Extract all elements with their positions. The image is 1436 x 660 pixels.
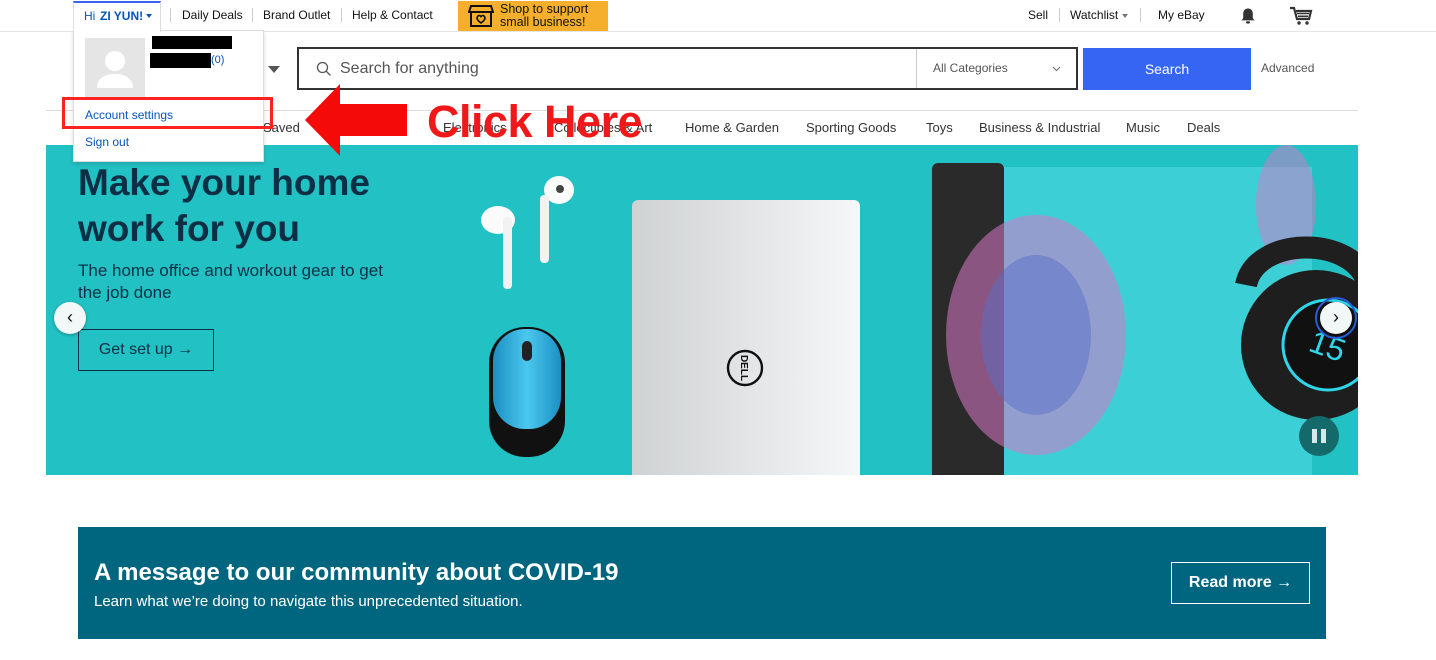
carousel-next-button[interactable]: ›	[1315, 297, 1357, 339]
redacted-user-id	[150, 53, 211, 68]
carousel-prev-button[interactable]: ‹	[54, 302, 86, 334]
chevron-right-icon: ›	[1333, 307, 1339, 327]
mouse-image	[489, 327, 565, 457]
storefront-heart-icon	[468, 5, 494, 27]
small-business-promo[interactable]: Shop to support small business!	[458, 1, 608, 31]
laptop-image: DELL	[632, 200, 860, 475]
laptop-logo: DELL	[738, 355, 749, 381]
covid-banner: A message to our community about COVID-1…	[78, 527, 1326, 639]
advanced-search-link[interactable]: Advanced	[1261, 61, 1314, 75]
nav-deals[interactable]: Deals	[1187, 120, 1220, 135]
category-select-value: All Categories	[933, 61, 1008, 75]
cart-icon[interactable]	[1289, 6, 1313, 26]
nav-music[interactable]: Music	[1126, 120, 1160, 135]
watchlist-label: Watchlist	[1070, 8, 1119, 22]
chevron-down-icon	[1052, 66, 1061, 72]
hero-title: Make your home work for you	[78, 162, 370, 249]
promo-line-2: small business!	[500, 15, 586, 29]
chevron-left-icon: ‹	[67, 307, 73, 327]
search-input[interactable]: Search for anything	[340, 60, 479, 78]
hero-product-image: DELL 15	[481, 145, 1358, 475]
account-dropdown-menu: (0) Account settings Sign out	[73, 30, 264, 162]
divider	[1140, 8, 1141, 22]
bell-icon[interactable]	[1239, 7, 1257, 25]
covid-banner-title: A message to our community about COVID-1…	[94, 559, 619, 586]
divider	[341, 8, 342, 22]
brand-outlet-link[interactable]: Brand Outlet	[263, 8, 330, 22]
divider	[1059, 8, 1060, 22]
shop-by-category-chevron-icon[interactable]	[268, 66, 280, 73]
greeting-name: ZI YUN!	[100, 9, 144, 23]
user-silhouette-icon	[97, 51, 133, 88]
greeting-prefix: Hi	[84, 9, 96, 23]
nav-home-garden[interactable]: Home & Garden	[685, 120, 779, 135]
chevron-down-icon	[146, 8, 152, 22]
hero-subtitle: The home office and workout gear to get …	[78, 261, 383, 302]
divider	[252, 8, 253, 22]
search-button[interactable]: Search	[1083, 48, 1251, 90]
click-here-annotation: Click Here	[427, 96, 643, 147]
sell-link[interactable]: Sell	[1028, 8, 1048, 22]
sign-out-link[interactable]: Sign out	[85, 135, 129, 149]
read-more-button[interactable]: Read more →	[1171, 562, 1310, 604]
hero-carousel: Make your home work for you The home off…	[46, 145, 1358, 475]
account-greeting-button[interactable]: Hi ZI YUN!	[73, 1, 161, 32]
covid-banner-subtitle: Learn what we’re doing to navigate this …	[94, 593, 523, 610]
category-select[interactable]: All Categories	[916, 49, 1076, 88]
search-bar: Search for anything All Categories	[297, 47, 1078, 90]
feedback-score-link[interactable]: (0)	[211, 54, 224, 66]
earbuds-image	[481, 176, 574, 289]
nav-business-industrial[interactable]: Business & Industrial	[979, 120, 1100, 135]
help-contact-link[interactable]: Help & Contact	[352, 8, 433, 22]
daily-deals-link[interactable]: Daily Deals	[182, 8, 243, 22]
carousel-pause-button[interactable]	[1299, 416, 1339, 456]
redacted-username	[152, 36, 232, 49]
divider	[170, 8, 171, 22]
nav-toys[interactable]: Toys	[926, 120, 953, 135]
avatar	[85, 38, 145, 98]
watchlist-link[interactable]: Watchlist	[1070, 8, 1129, 22]
get-set-up-button[interactable]: Get set up →	[78, 329, 214, 371]
top-utility-bar: Shop to support small business! Daily De…	[0, 0, 1436, 32]
highlight-box-annotation	[62, 97, 273, 129]
chevron-down-icon	[1122, 13, 1129, 18]
my-ebay-link[interactable]: My eBay	[1158, 8, 1205, 22]
red-arrow-left-icon	[305, 84, 407, 156]
nav-sporting-goods[interactable]: Sporting Goods	[806, 120, 896, 135]
search-icon	[316, 61, 331, 76]
